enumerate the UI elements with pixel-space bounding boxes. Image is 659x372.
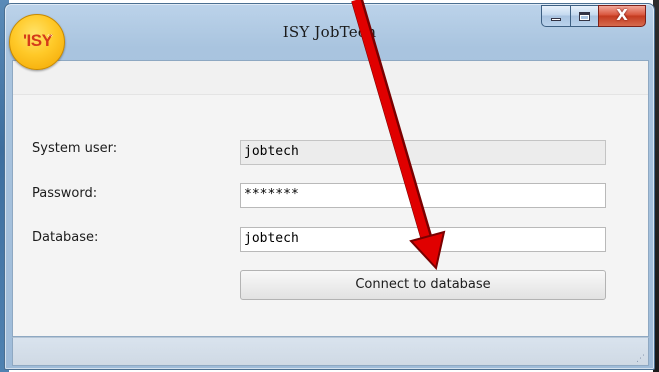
- system-user-label: System user:: [32, 141, 118, 156]
- close-button[interactable]: X: [598, 5, 646, 27]
- client-area: System user: jobtech Password: ******* D…: [12, 60, 649, 337]
- isy-logo: 'ISY °°: [9, 14, 65, 70]
- maximize-icon: [579, 11, 590, 21]
- caption-buttons: X: [541, 5, 646, 29]
- maximize-button[interactable]: [570, 5, 598, 27]
- database-label: Database:: [32, 230, 99, 245]
- logo-dots: °°: [47, 34, 53, 41]
- minimize-icon: [551, 18, 561, 21]
- close-icon: X: [616, 6, 628, 24]
- toolstrip: [13, 61, 648, 95]
- login-window: ISY JobTech X System user: jobtech Passw…: [4, 3, 655, 370]
- title-bar[interactable]: ISY JobTech X: [5, 4, 654, 62]
- login-form: System user: jobtech Password: ******* D…: [13, 95, 648, 336]
- password-field[interactable]: *******: [240, 183, 606, 208]
- system-user-field[interactable]: jobtech: [240, 140, 606, 165]
- database-field[interactable]: jobtech: [240, 227, 606, 252]
- minimize-button[interactable]: [541, 5, 570, 27]
- resize-grip-icon[interactable]: ⋰: [636, 355, 645, 364]
- status-bar: ⋰: [12, 337, 649, 366]
- password-label: Password:: [32, 186, 98, 201]
- connect-to-database-button[interactable]: Connect to database: [240, 270, 606, 300]
